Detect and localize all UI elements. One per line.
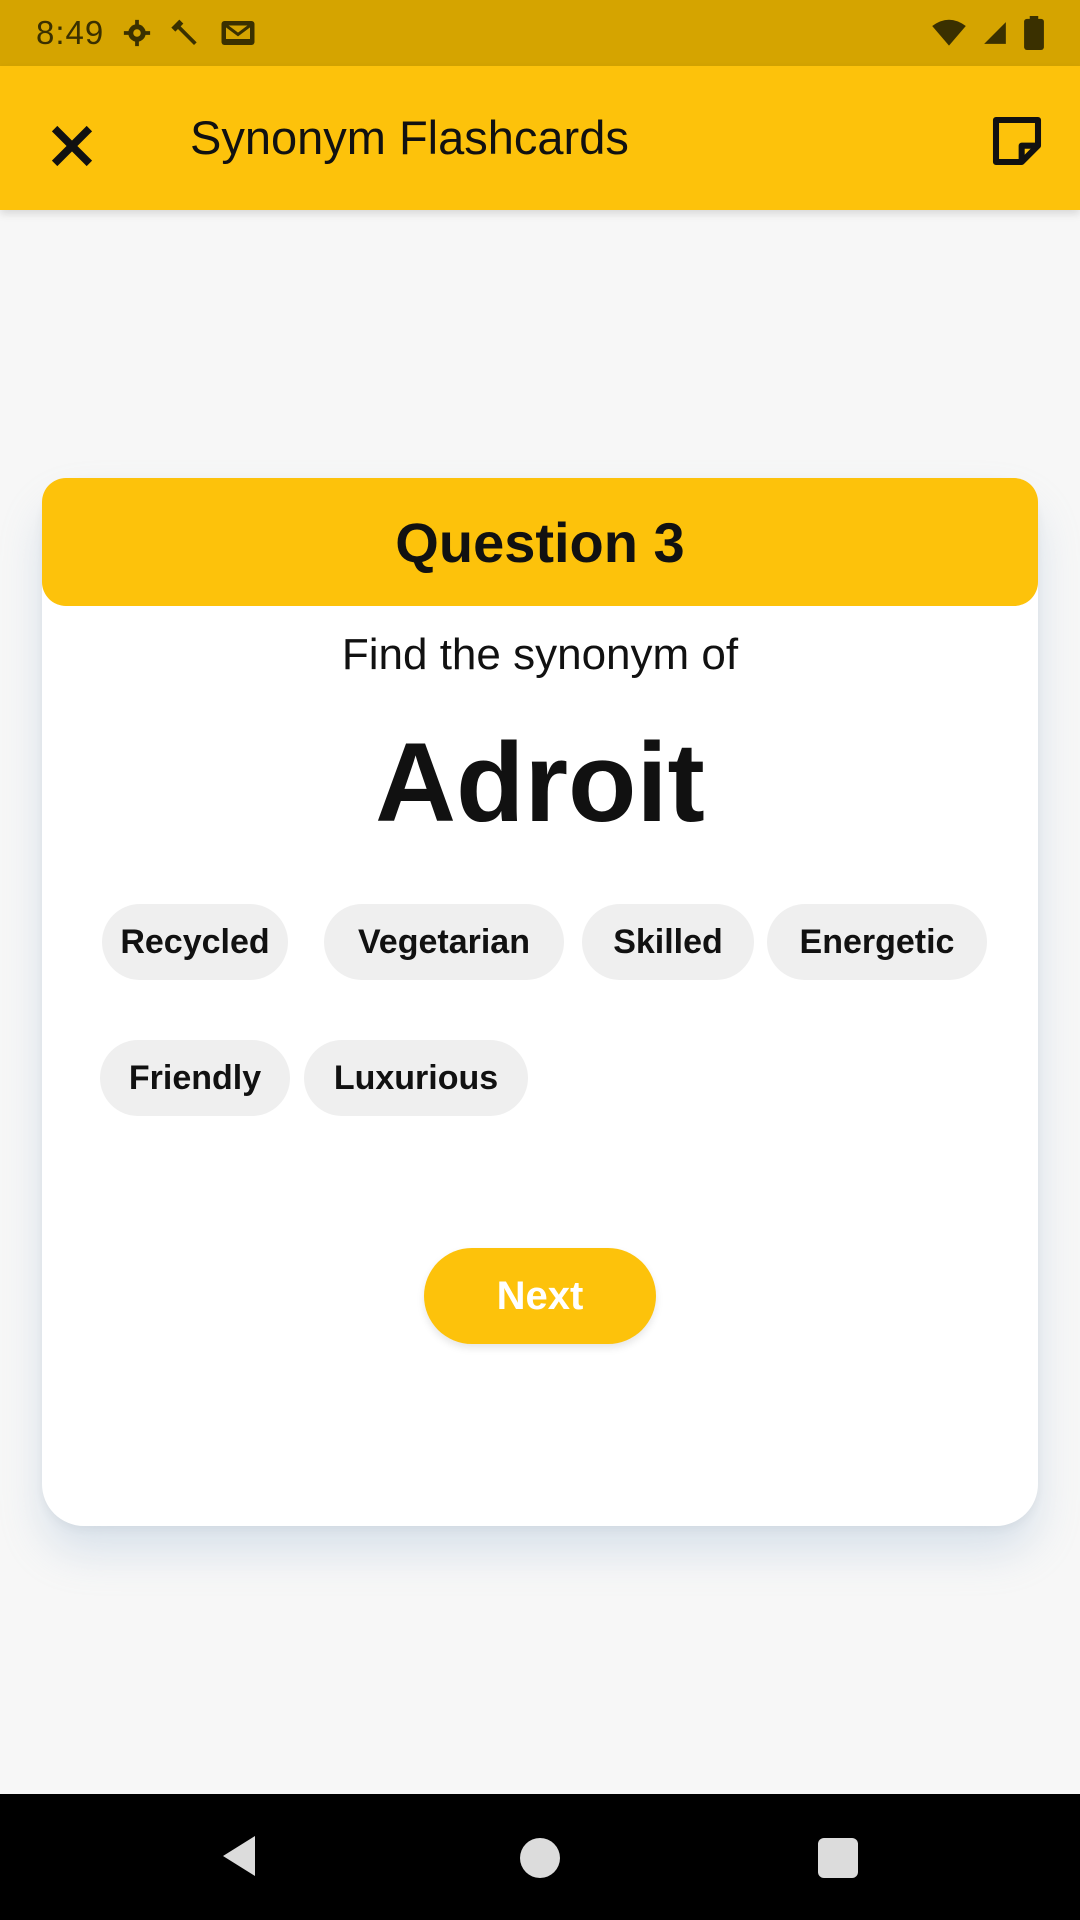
back-button[interactable] — [218, 1832, 260, 1885]
navigation-bar — [0, 1794, 1080, 1920]
status-time: 8:49 — [36, 14, 105, 51]
option-chip[interactable]: Recycled — [102, 904, 288, 980]
home-icon[interactable] — [520, 1838, 560, 1878]
wrench-icon — [170, 17, 202, 49]
next-button[interactable]: Next — [424, 1248, 656, 1344]
status-right — [932, 16, 1044, 50]
signal-icon — [984, 20, 1006, 46]
option-chip[interactable]: Luxurious — [304, 1040, 528, 1116]
flashcard: Question 3 Find the synonym of Adroit Re… — [42, 478, 1038, 1526]
battery-icon — [1024, 16, 1044, 50]
close-icon — [51, 125, 93, 167]
wifi-icon — [932, 19, 966, 47]
prompt-text: Find the synonym of — [341, 630, 739, 679]
option-chip[interactable]: Friendly — [100, 1040, 290, 1116]
close-button[interactable] — [42, 116, 102, 176]
mail-icon — [220, 18, 256, 48]
app-title: Synonym Flashcards — [190, 111, 629, 164]
gear-icon — [122, 18, 152, 48]
target-word: Adroit — [375, 720, 705, 845]
card-header: Question 3 — [42, 478, 1038, 606]
note-icon — [992, 116, 1042, 166]
option-chip[interactable]: Skilled — [582, 904, 754, 980]
status-bar: 8:49 — [0, 0, 1080, 66]
recents-icon[interactable] — [818, 1838, 858, 1878]
app-bar: Synonym Flashcards — [0, 66, 1080, 210]
back-icon — [223, 1836, 255, 1876]
note-button[interactable] — [984, 108, 1050, 174]
option-chip[interactable]: Energetic — [767, 904, 987, 980]
question-number: Question 3 — [395, 510, 685, 574]
option-chip[interactable]: Vegetarian — [324, 904, 564, 980]
status-left: 8:49 — [36, 14, 256, 52]
